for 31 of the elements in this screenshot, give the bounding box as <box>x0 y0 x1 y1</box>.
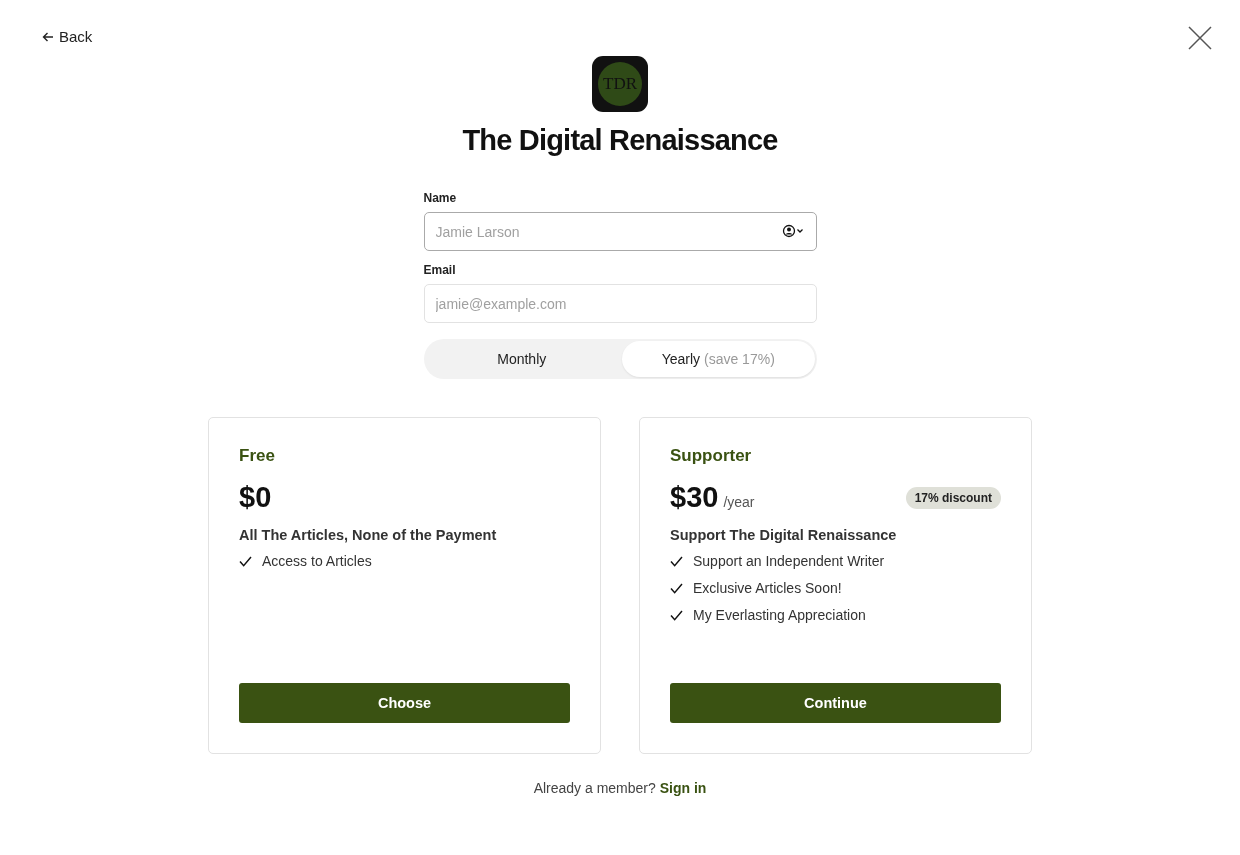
check-icon <box>239 555 252 567</box>
billing-tab[interactable]: Monthly <box>425 341 618 377</box>
member-prompt: Already a member? <box>533 780 656 796</box>
field-label: Name <box>423 191 458 205</box>
billing-tab[interactable]: Yearly (save 17%) <box>622 341 815 377</box>
plan-tagline: Support The Digital Renaissance <box>670 527 898 543</box>
plan-name: Supporter <box>670 446 753 466</box>
plan-name: Free <box>239 446 276 466</box>
site-title: The Digital Renaissance <box>462 124 778 157</box>
close-button[interactable] <box>1187 25 1213 51</box>
feature-text: Access to Articles <box>262 553 372 569</box>
field-label: Email <box>423 263 457 277</box>
plan-button[interactable]: Choose <box>239 683 570 723</box>
plan-tagline: All The Articles, None of the Payment <box>239 527 498 543</box>
logo: TDR <box>592 56 648 112</box>
feature-text: Exclusive Articles Soon! <box>693 580 842 596</box>
check-icon <box>670 555 683 567</box>
input-field[interactable]: Jamie Larson <box>423 212 817 251</box>
price-period: /year <box>723 494 755 510</box>
plan-button[interactable]: Continue <box>670 683 1001 723</box>
discount-badge: 17% discount <box>905 486 1001 509</box>
check-icon <box>670 582 683 594</box>
feature-text: My Everlasting Appreciation <box>693 607 866 623</box>
sign-in-link[interactable]: Sign in <box>659 780 707 796</box>
feature-text: Support an Independent Writer <box>693 553 885 569</box>
plan-price: $30 <box>670 481 719 514</box>
back-link[interactable]: Back <box>42 28 93 45</box>
arrow-left-icon <box>42 30 54 43</box>
contact-icon[interactable] <box>781 224 806 238</box>
plan-price: $0 <box>239 481 272 514</box>
check-icon <box>670 609 683 621</box>
